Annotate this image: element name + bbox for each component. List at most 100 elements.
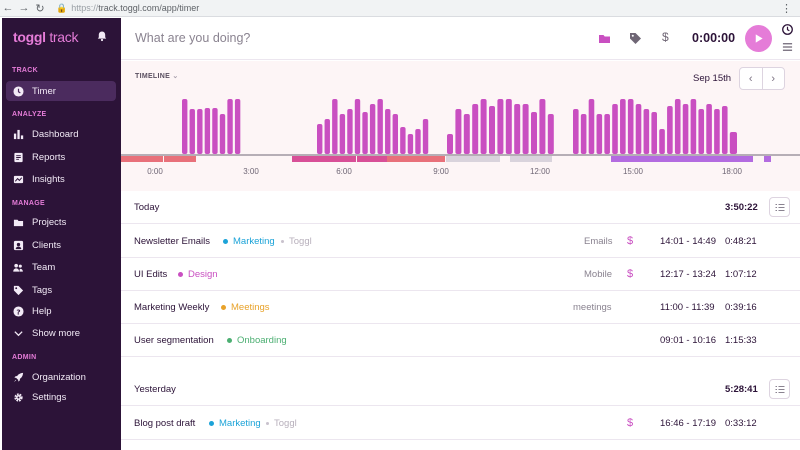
timeline-segment[interactable] — [357, 156, 387, 162]
activity-bar — [714, 109, 720, 154]
day-total: 3:50:22 — [725, 202, 758, 213]
start-timer-button[interactable] — [745, 25, 772, 52]
entry-time-range[interactable]: 11:00 - 11:39 — [660, 302, 715, 313]
entry-project[interactable]: Onboarding — [227, 335, 287, 346]
entry-time-range[interactable]: 12:17 - 13:24 — [660, 269, 716, 280]
entry-description[interactable]: UI Edits — [134, 269, 167, 280]
tag-icon[interactable] — [629, 32, 642, 45]
time-entry-row[interactable]: UI Edits Design Mobile $ 12:17 - 13:24 1… — [121, 258, 800, 291]
billable-icon[interactable]: $ — [627, 417, 633, 429]
timeline-nav: ‹ › — [739, 67, 785, 90]
brand-logo[interactable]: toggl track — [13, 29, 78, 45]
sidebar-item-show-more[interactable]: Show more — [6, 323, 116, 343]
entry-project[interactable]: Marketing — [209, 418, 261, 429]
time-entry-row[interactable]: Marketing Weekly Meetings meetings 11:00… — [121, 291, 800, 324]
browser-menu-icon[interactable]: ⋮ — [781, 2, 792, 15]
folder-icon — [12, 216, 24, 228]
sidebar-item-clients[interactable]: Clients — [6, 235, 116, 255]
sidebar-item-projects[interactable]: Projects — [6, 212, 116, 232]
activity-bar — [415, 129, 421, 154]
entry-tag[interactable]: meetings — [573, 302, 612, 313]
bulk-edit-button[interactable] — [769, 197, 790, 217]
entry-duration[interactable]: 1:15:33 — [725, 335, 757, 346]
activity-bar — [539, 99, 546, 154]
sidebar-item-label: Reports — [32, 151, 66, 163]
timeline-segment[interactable] — [611, 156, 679, 162]
sidebar-item-reports[interactable]: Reports — [6, 147, 116, 167]
sidebar-item-organization[interactable]: Organization — [6, 367, 116, 387]
entry-description[interactable]: User segmentation — [134, 335, 214, 346]
svg-text:?: ? — [16, 307, 20, 316]
timeline-segment[interactable] — [121, 156, 163, 162]
address-bar[interactable]: 🔒 https://track.toggl.com/app/timer — [56, 3, 199, 14]
sidebar: toggl track TRACK Timer ANALYZE Dashboar… — [2, 18, 121, 450]
sidebar-item-settings[interactable]: Settings — [6, 387, 116, 407]
activity-bar — [698, 109, 705, 154]
entry-tag[interactable]: Emails — [584, 236, 613, 247]
description-input[interactable]: What are you doing? — [135, 31, 250, 45]
project-dot — [209, 421, 214, 426]
chevron-down-icon: ⌄ — [172, 73, 179, 80]
sidebar-item-label: Help — [32, 305, 52, 317]
timeline-segment[interactable] — [387, 156, 445, 162]
timer-mode-icon[interactable] — [782, 24, 793, 35]
entry-project[interactable]: Meetings — [221, 302, 270, 313]
entry-duration[interactable]: 0:33:12 — [725, 418, 757, 429]
entry-tag[interactable]: Mobile — [584, 269, 612, 280]
activity-bar — [643, 109, 650, 154]
entry-project[interactable]: Design — [178, 269, 218, 280]
timeline-segment[interactable] — [679, 156, 753, 162]
prev-day-button[interactable]: ‹ — [740, 68, 762, 89]
entry-time-range[interactable]: 14:01 - 14:49 — [660, 236, 716, 247]
entry-duration[interactable]: 0:48:21 — [725, 236, 757, 247]
next-day-button[interactable]: › — [761, 68, 785, 89]
url-protocol: https:// — [71, 3, 99, 13]
sidebar-item-team[interactable]: Team — [6, 257, 116, 277]
entry-time-range[interactable]: 16:46 - 17:19 — [660, 418, 716, 429]
timeline-segment[interactable] — [764, 156, 771, 162]
timeline-segment[interactable] — [164, 156, 196, 162]
bulk-edit-button[interactable] — [769, 379, 790, 399]
folder-icon[interactable] — [598, 32, 611, 45]
billable-toggle[interactable]: $ — [662, 30, 669, 44]
list-icon — [775, 203, 784, 211]
timeline-label[interactable]: TIMELINE ⌄ — [135, 72, 179, 80]
activity-bar — [489, 106, 495, 154]
sidebar-item-label: Timer — [32, 85, 56, 97]
back-icon[interactable]: ← — [0, 2, 16, 14]
activity-bar — [604, 114, 610, 154]
reload-icon[interactable]: ↻ — [32, 2, 48, 15]
entry-time-range[interactable]: 09:01 - 10:16 — [660, 335, 716, 346]
timeline-segment[interactable] — [510, 156, 552, 162]
activity-bar — [531, 112, 537, 154]
activity-bar — [204, 108, 211, 154]
sidebar-item-dashboard[interactable]: Dashboard — [6, 124, 116, 144]
time-entry-row[interactable]: Newsletter Emails Marketing Toggl Emails… — [121, 225, 800, 258]
manual-mode-icon[interactable] — [782, 42, 793, 52]
billable-icon[interactable]: $ — [627, 268, 633, 280]
billable-icon[interactable]: $ — [627, 235, 633, 247]
entry-description[interactable]: Marketing Weekly — [134, 302, 209, 313]
timer-bar: What are you doing? $ 0:00:00 — [121, 18, 800, 60]
bell-icon[interactable] — [96, 30, 108, 42]
sidebar-item-help[interactable]: ? Help — [6, 301, 116, 321]
elapsed-time: 0:00:00 — [692, 31, 736, 45]
entry-project[interactable]: Marketing — [223, 236, 275, 247]
timeline-segment[interactable] — [446, 156, 500, 162]
entry-description[interactable]: Blog post draft — [134, 418, 195, 429]
entry-duration[interactable]: 0:39:16 — [725, 302, 757, 313]
time-entry-row[interactable]: Blog post draft Marketing Toggl $ 16:46 … — [121, 407, 800, 440]
project-name: Design — [188, 269, 218, 280]
timeline-segment[interactable] — [292, 156, 356, 162]
entry-description[interactable]: Newsletter Emails — [134, 236, 210, 247]
time-entry-row[interactable]: User segmentation Onboarding 09:01 - 10:… — [121, 324, 800, 357]
hour-label: 18:00 — [721, 167, 743, 176]
sidebar-item-tags[interactable]: Tags — [6, 280, 116, 300]
sidebar-item-insights[interactable]: Insights — [6, 169, 116, 189]
entry-duration[interactable]: 1:07:12 — [725, 269, 757, 280]
browser-toolbar: ← → ↻ 🔒 https://track.toggl.com/app/time… — [0, 0, 800, 17]
forward-icon[interactable]: → — [16, 2, 32, 14]
activity-bar — [588, 99, 595, 154]
activity-bar — [706, 104, 712, 154]
sidebar-item-timer[interactable]: Timer — [6, 81, 116, 101]
